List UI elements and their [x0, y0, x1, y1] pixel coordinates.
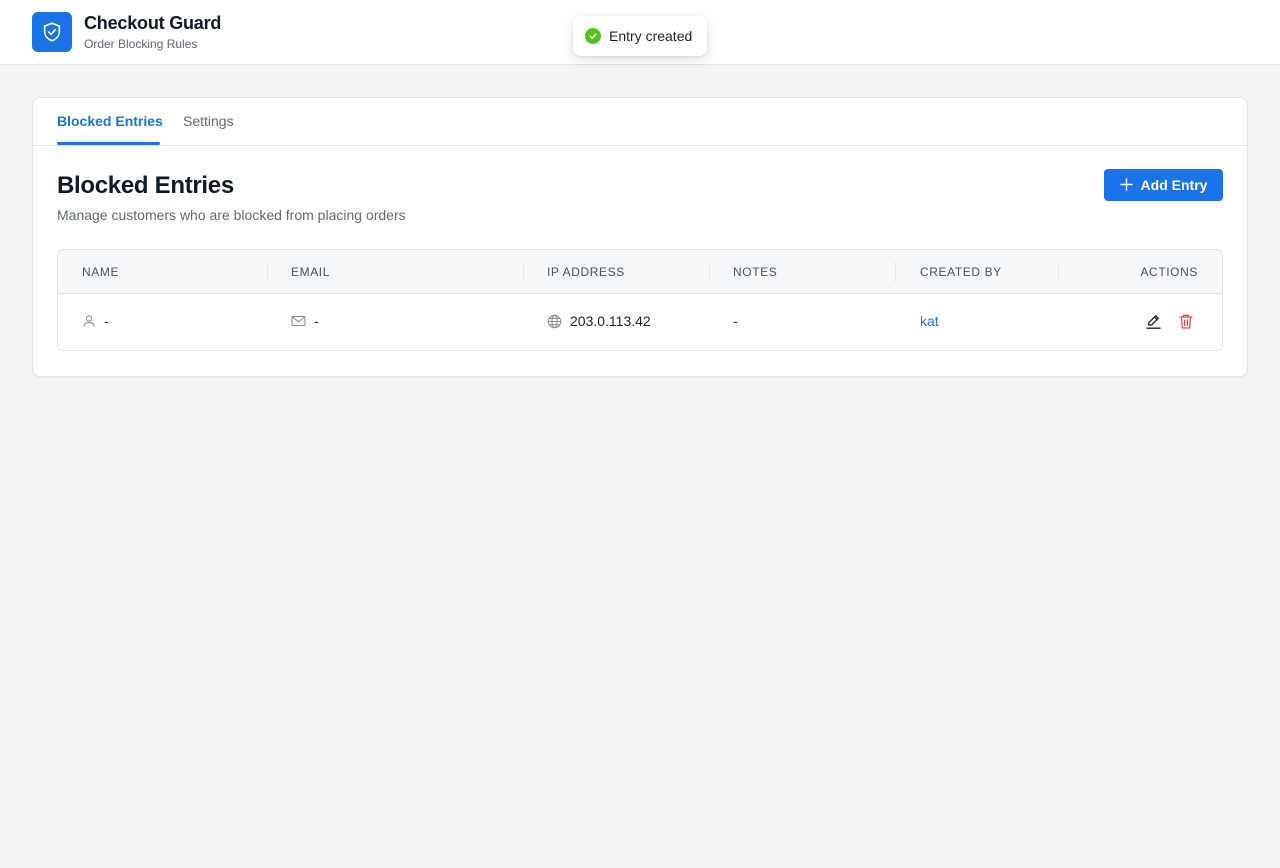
- toast-message: Entry created: [609, 28, 693, 44]
- column-header-ip-address[interactable]: IP ADDRESS: [547, 265, 625, 279]
- user-icon: [82, 314, 96, 328]
- edit-icon[interactable]: [1145, 313, 1162, 330]
- check-circle-icon: [585, 28, 601, 44]
- column-divider: [267, 262, 268, 282]
- trash-icon[interactable]: [1178, 313, 1194, 330]
- cell-email: -: [291, 313, 319, 329]
- app-title: Checkout Guard: [84, 13, 222, 33]
- column-header-email[interactable]: EMAIL: [291, 265, 330, 279]
- active-tab-indicator: [57, 142, 160, 145]
- toast-notification: Entry created: [573, 16, 707, 56]
- page-description: Manage customers who are blocked from pl…: [57, 207, 406, 223]
- plus-icon: [1119, 178, 1133, 192]
- tab-settings[interactable]: Settings: [183, 113, 234, 129]
- cell-name: -: [82, 313, 109, 329]
- blocked-entries-table: NAME EMAIL IP ADDRESS NOTES CREATED BY A…: [57, 249, 1223, 351]
- shield-check-icon: [32, 12, 72, 52]
- mail-icon: [291, 314, 306, 328]
- tab-blocked-entries[interactable]: Blocked Entries: [57, 113, 163, 129]
- page-title: Blocked Entries: [57, 172, 234, 199]
- add-entry-label: Add Entry: [1140, 177, 1208, 193]
- cell-created-by-link[interactable]: kat: [920, 313, 939, 329]
- globe-icon: [547, 314, 562, 329]
- table-row: - - 203.0.113.42 - kat: [58, 294, 1222, 350]
- app-subtitle: Order Blocking Rules: [84, 37, 198, 51]
- column-header-created-by[interactable]: CREATED BY: [920, 265, 1002, 279]
- column-divider: [895, 262, 896, 282]
- cell-notes: -: [733, 313, 738, 329]
- cell-email-value: -: [314, 313, 319, 329]
- column-divider: [709, 262, 710, 282]
- cell-ip-address: 203.0.113.42: [547, 313, 651, 329]
- tab-bar: Blocked Entries Settings: [33, 98, 1247, 146]
- add-entry-button[interactable]: Add Entry: [1104, 169, 1223, 201]
- cell-ip-address-value: 203.0.113.42: [570, 313, 651, 329]
- column-header-notes[interactable]: NOTES: [733, 265, 777, 279]
- column-header-name[interactable]: NAME: [82, 265, 119, 279]
- column-divider: [1058, 262, 1059, 282]
- cell-name-value: -: [104, 313, 109, 329]
- column-header-actions: ACTIONS: [1140, 265, 1198, 279]
- column-divider: [523, 262, 524, 282]
- table-header: NAME EMAIL IP ADDRESS NOTES CREATED BY A…: [58, 250, 1222, 294]
- main-card: Blocked Entries Settings Blocked Entries…: [32, 97, 1248, 377]
